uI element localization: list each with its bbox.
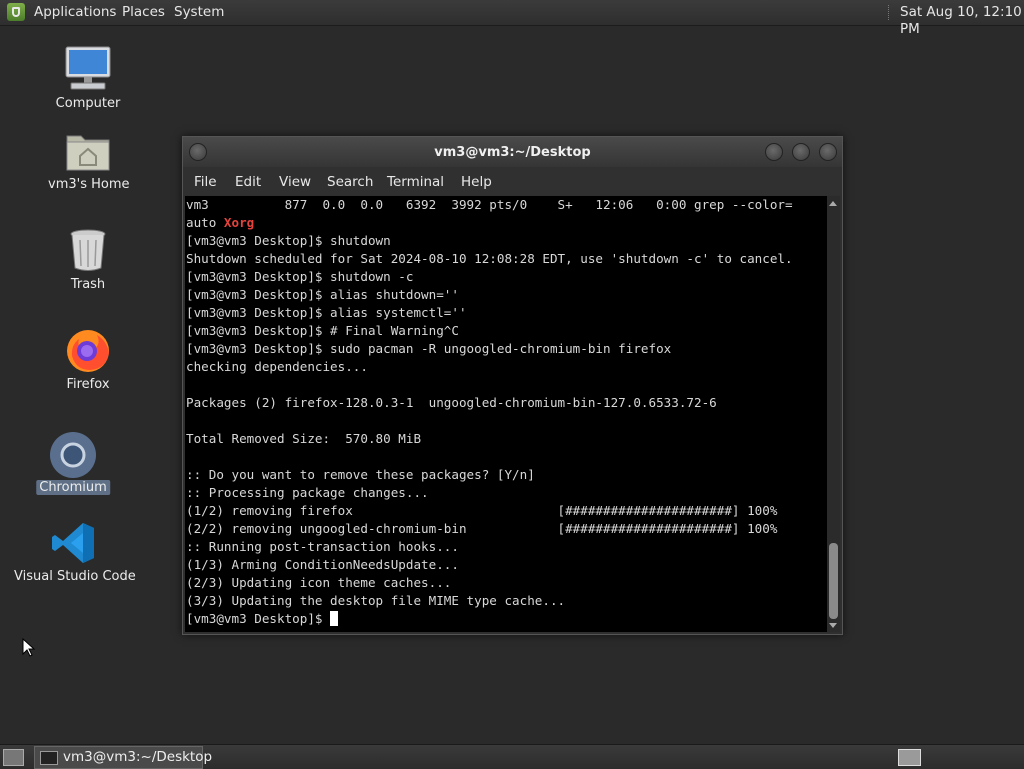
terminal-line: :: Processing package changes... [186,485,429,500]
desktop-icon-computer[interactable]: Computer [48,44,128,116]
terminal-line: auto Xorg [185,214,827,232]
desktop-icon-label: Trash [70,277,106,292]
scrollbar-thumb[interactable] [829,543,838,619]
applications-menu[interactable]: Applications [34,4,116,21]
terminal-menubar: File Edit View Search Terminal Help [183,167,842,195]
system-menu[interactable]: System [174,4,224,21]
terminal-line: (1/2) removing firefox [################… [186,503,778,518]
terminal-text: auto [186,215,224,230]
menu-edit[interactable]: Edit [235,174,261,190]
grep-match-highlight: Xorg [223,215,255,230]
terminal-line: vm3 877 0.0 0.0 6392 3992 pts/0 S+ 12:06… [186,197,793,212]
home-folder-icon [66,135,110,171]
workspace-switcher[interactable] [898,749,921,766]
minimize-button[interactable] [765,143,783,161]
mouse-pointer-icon [22,638,36,657]
terminal-icon [40,751,58,765]
menu-file[interactable]: File [194,174,217,190]
terminal-line: [vm3@vm3 Desktop]$ alias shutdown='' [186,287,459,302]
desktop-icon-chromium[interactable]: Chromium [33,430,113,500]
terminal-line: (2/3) Updating icon theme caches... [186,575,452,590]
terminal-line: [vm3@vm3 Desktop]$ # Final Warning^C [186,323,459,338]
bottom-panel: vm3@vm3:~/Desktop [0,744,1024,769]
top-panel: Applications Places System Sat Aug 10, 1… [0,0,1024,37]
terminal-line: checking dependencies... [186,359,368,374]
close-button[interactable] [819,143,837,161]
chromium-icon [50,432,96,478]
terminal-line: [vm3@vm3 Desktop]$ sudo pacman -R ungoog… [186,341,672,356]
terminal-prompt-line[interactable]: [vm3@vm3 Desktop]$ [185,610,827,628]
terminal-line: [vm3@vm3 Desktop]$ alias systemctl='' [186,305,467,320]
window-titlebar[interactable]: vm3@vm3:~/Desktop [183,137,842,167]
desktop-icon-trash[interactable]: Trash [48,228,128,298]
terminal-line: (3/3) Updating the desktop file MIME typ… [186,593,566,608]
window-title: vm3@vm3:~/Desktop [434,145,591,160]
terminal-line: :: Do you want to remove these packages?… [186,467,535,482]
terminal-prompt: [vm3@vm3 Desktop]$ [186,611,331,626]
terminal-line: :: Running post-transaction hooks... [186,539,459,554]
text-cursor [330,611,339,626]
maximize-button[interactable] [792,143,810,161]
taskbar-button-label: vm3@vm3:~/Desktop [63,749,213,765]
desktop-icon-home[interactable]: vm3's Home [48,128,130,198]
terminal-line: (1/3) Arming ConditionNeedsUpdate... [186,557,459,572]
menu-view[interactable]: View [279,174,311,190]
trash-icon [70,229,106,271]
menu-search[interactable]: Search [327,174,373,190]
desktop-icon-label: vm3's Home [48,177,130,192]
desktop-icon-label: Visual Studio Code [14,569,136,584]
taskbar-button-terminal[interactable]: vm3@vm3:~/Desktop [34,746,212,769]
menu-terminal[interactable]: Terminal [387,174,444,190]
scroll-down-arrow-icon[interactable] [829,623,837,628]
terminal-line: Shutdown scheduled for Sat 2024-08-10 12… [186,251,793,266]
menu-help[interactable]: Help [461,174,492,190]
distro-logo-icon[interactable] [7,3,25,21]
computer-icon [65,46,111,90]
desktop-icon-label: Computer [55,96,121,111]
desktop-icon-label: Firefox [66,377,110,392]
panel-separator [888,5,891,20]
scroll-up-arrow-icon[interactable] [829,201,837,206]
terminal-output[interactable]: vm3 877 0.0 0.0 6392 3992 pts/0 S+ 12:06… [185,196,827,632]
desktop-icon-vscode[interactable]: Visual Studio Code [14,520,136,590]
places-menu[interactable]: Places [122,4,165,21]
terminal-window[interactable]: vm3@vm3:~/Desktop File Edit View Search … [182,136,843,635]
terminal-line: (2/2) removing ungoogled-chromium-bin [#… [186,521,778,536]
terminal-line: [vm3@vm3 Desktop]$ shutdown [186,233,391,248]
terminal-line: Total Removed Size: 570.80 MiB [186,431,422,446]
firefox-icon [67,330,109,372]
terminal-scrollbar[interactable] [827,196,840,632]
terminal-line: Packages (2) firefox-128.0.3-1 ungoogled… [186,395,717,410]
show-desktop-icon[interactable] [3,749,24,766]
desktop-icon-label: Chromium [36,480,110,495]
clock[interactable]: Sat Aug 10, 12:10 PM [900,4,1024,38]
terminal-line: [vm3@vm3 Desktop]$ shutdown -c [186,269,414,284]
vscode-icon [52,523,94,563]
desktop-icon-firefox[interactable]: Firefox [48,326,128,396]
